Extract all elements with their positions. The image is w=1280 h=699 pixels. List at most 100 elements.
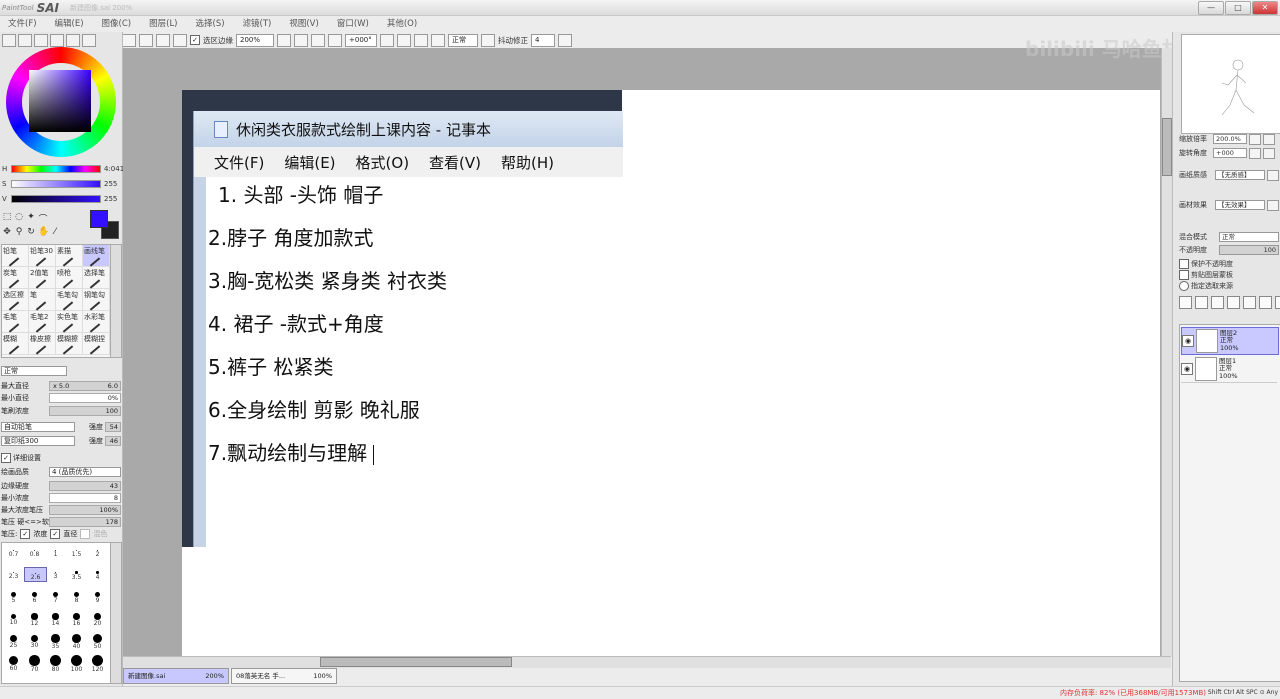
brush-tool-3[interactable]: 画线笔 [83, 245, 110, 267]
max-density-pressure-slider[interactable]: 100% [49, 505, 121, 515]
color-wheel-tab-icon[interactable] [2, 34, 16, 47]
close-button[interactable]: ✕ [1252, 1, 1278, 15]
doc-tab-2[interactable]: 08落英无名 手... 100% [231, 668, 337, 684]
clip-group-checkbox[interactable] [1179, 270, 1189, 280]
brush-blend-mode-dropdown[interactable]: 正常 [1, 366, 67, 376]
pressure-density-checkbox[interactable]: ✓ [20, 529, 31, 539]
brush-size-option[interactable]: 8 [66, 589, 87, 604]
delete-layer-icon[interactable] [1275, 296, 1280, 309]
layer-visibility-eye-icon[interactable]: ◉ [1182, 335, 1194, 347]
mixer-tab-icon[interactable] [82, 34, 96, 47]
brush-tool-13[interactable]: 毛笔2 [29, 311, 56, 333]
brush-tool-16[interactable]: 模糊 [2, 333, 29, 355]
brush-size-option[interactable]: 80 [45, 655, 66, 673]
texture-strength-slider[interactable]: 46 [105, 436, 121, 446]
brush-size-option[interactable]: 30 [24, 633, 45, 649]
layer-blend-dropdown[interactable]: 正常 [1219, 232, 1279, 242]
zoom-dropdown-icon[interactable] [277, 33, 291, 47]
brush-tool-8[interactable]: 选区擦 [2, 289, 29, 311]
doc-tab-1[interactable]: 新建图像.sai 200% [123, 668, 229, 684]
deselect-button[interactable] [139, 33, 153, 47]
merge-down-icon[interactable] [1243, 296, 1256, 309]
brush-size-option[interactable]: 1 [45, 545, 66, 558]
menu-select[interactable]: 选择(S) [187, 17, 234, 29]
min-size-slider[interactable]: 0% [49, 393, 121, 403]
brush-size-option[interactable]: 2 [87, 545, 108, 558]
lasso-icon[interactable]: ◌ [14, 212, 24, 225]
brush-tool-0[interactable]: 铅笔 [2, 245, 29, 267]
selection-edge-checkbox[interactable]: ✓ [190, 35, 200, 45]
brush-texture-dropdown[interactable]: 复印纸300 [1, 436, 75, 446]
brush-tool-11[interactable]: 钢笔勾 [83, 289, 110, 311]
brush-size-option[interactable]: 0.7 [3, 545, 24, 558]
brush-tool-18[interactable]: 模糊擦 [56, 333, 83, 355]
brush-shape-dropdown[interactable]: 自动铅笔 [1, 422, 75, 432]
pressure-hardness-slider[interactable]: 178 [49, 517, 121, 527]
selection-source-radio[interactable] [1179, 281, 1189, 291]
layer-item-1[interactable]: ◉ 图层1 正常 100% [1181, 356, 1277, 383]
pressure-blend-checkbox[interactable] [80, 529, 91, 539]
blend-field[interactable]: 正常 [448, 33, 478, 47]
menu-other[interactable]: 其他(O) [378, 17, 426, 29]
brush-tool-6[interactable]: 喷枪 [56, 267, 83, 289]
hsv-slider-tab-icon[interactable] [34, 34, 48, 47]
zoom-out-button[interactable] [294, 33, 308, 47]
brush-tool-19[interactable]: 模糊捏 [83, 333, 110, 355]
layer-visibility-eye-icon[interactable]: ◉ [1181, 363, 1193, 375]
rotation-field[interactable]: +000° [345, 33, 377, 47]
menu-view[interactable]: 视图(V) [280, 17, 327, 29]
brush-size-option[interactable]: 70 [24, 655, 45, 673]
rotate-reset-button[interactable] [414, 33, 428, 47]
brush-size-option[interactable]: 50 [87, 633, 108, 650]
shape-strength-slider[interactable]: 54 [105, 422, 121, 432]
brush-size-option[interactable]: 3.5 [66, 567, 87, 581]
brush-size-option[interactable]: 6 [24, 589, 45, 604]
brush-size-option[interactable]: 100 [66, 655, 87, 673]
brush-size-option[interactable]: 1.5 [66, 545, 87, 558]
brush-tool-7[interactable]: 选择笔 [83, 267, 110, 289]
nav-zoom-field[interactable]: 200.0% [1213, 134, 1247, 144]
density-slider[interactable]: 100 [49, 406, 121, 416]
max-size-slider[interactable]: x 5.0 6.0 [49, 381, 121, 391]
rotate-left-button[interactable] [380, 33, 394, 47]
brush-size-option[interactable]: 120 [87, 655, 108, 673]
select-rect-icon[interactable]: ⬚ [2, 212, 12, 225]
rotate-icon[interactable]: ↻ [26, 227, 36, 237]
brush-size-scrollbar[interactable] [110, 542, 122, 684]
zoom-reset-button[interactable] [328, 33, 342, 47]
notepad-menu-edit[interactable]: 编辑(E) [284, 152, 335, 173]
invert-selection-button[interactable] [156, 33, 170, 47]
brush-size-option[interactable]: 2.6 [24, 567, 47, 583]
brush-grid-scrollbar[interactable] [110, 244, 122, 358]
nav-zoom-out-button[interactable] [1249, 133, 1261, 145]
eyedropper-icon[interactable]: ⌒ [38, 212, 48, 225]
brush-size-option[interactable]: 4 [87, 567, 108, 581]
quality-dropdown[interactable]: 4 (品质优先) [49, 467, 121, 477]
edge-hardness-slider[interactable]: 43 [49, 481, 121, 491]
brush-size-option[interactable]: 7 [45, 589, 66, 604]
min-density-slider[interactable]: 8 [49, 493, 121, 503]
zoom-icon[interactable]: ⚲ [14, 227, 24, 237]
color-wheel[interactable] [6, 47, 116, 157]
saturation-value-square[interactable] [29, 70, 91, 132]
flip-button[interactable] [431, 33, 445, 47]
canvas-horizontal-scroll-thumb[interactable] [320, 657, 512, 667]
stabilizer-dropdown-icon[interactable] [558, 33, 572, 47]
nav-rotate-left-button[interactable] [1249, 147, 1261, 159]
picker-icon[interactable]: ⁄ [50, 227, 60, 237]
menu-layer[interactable]: 图层(L) [140, 17, 186, 29]
brush-size-option[interactable]: 14 [45, 611, 66, 627]
menu-file[interactable]: 文件(F) [0, 17, 46, 29]
brush-size-option[interactable]: 9 [87, 589, 108, 604]
value-slider[interactable] [11, 195, 101, 203]
brush-size-option[interactable]: 12 [24, 611, 45, 627]
canvas-horizontal-scrollbar[interactable] [123, 656, 1171, 668]
layer-item-2[interactable]: ◉ 图层2 正常 100% [1181, 327, 1279, 355]
brush-size-option[interactable]: 35 [45, 633, 66, 650]
brush-size-option[interactable]: 20 [87, 611, 108, 627]
new-layer-icon[interactable] [1179, 296, 1192, 309]
stabilizer-field[interactable]: 4 [531, 33, 555, 47]
brush-size-option[interactable]: 16 [66, 611, 87, 627]
notepad-menu-format[interactable]: 格式(O) [356, 152, 410, 173]
paper-texture-dropdown[interactable]: 【无质感】 [1215, 170, 1265, 180]
